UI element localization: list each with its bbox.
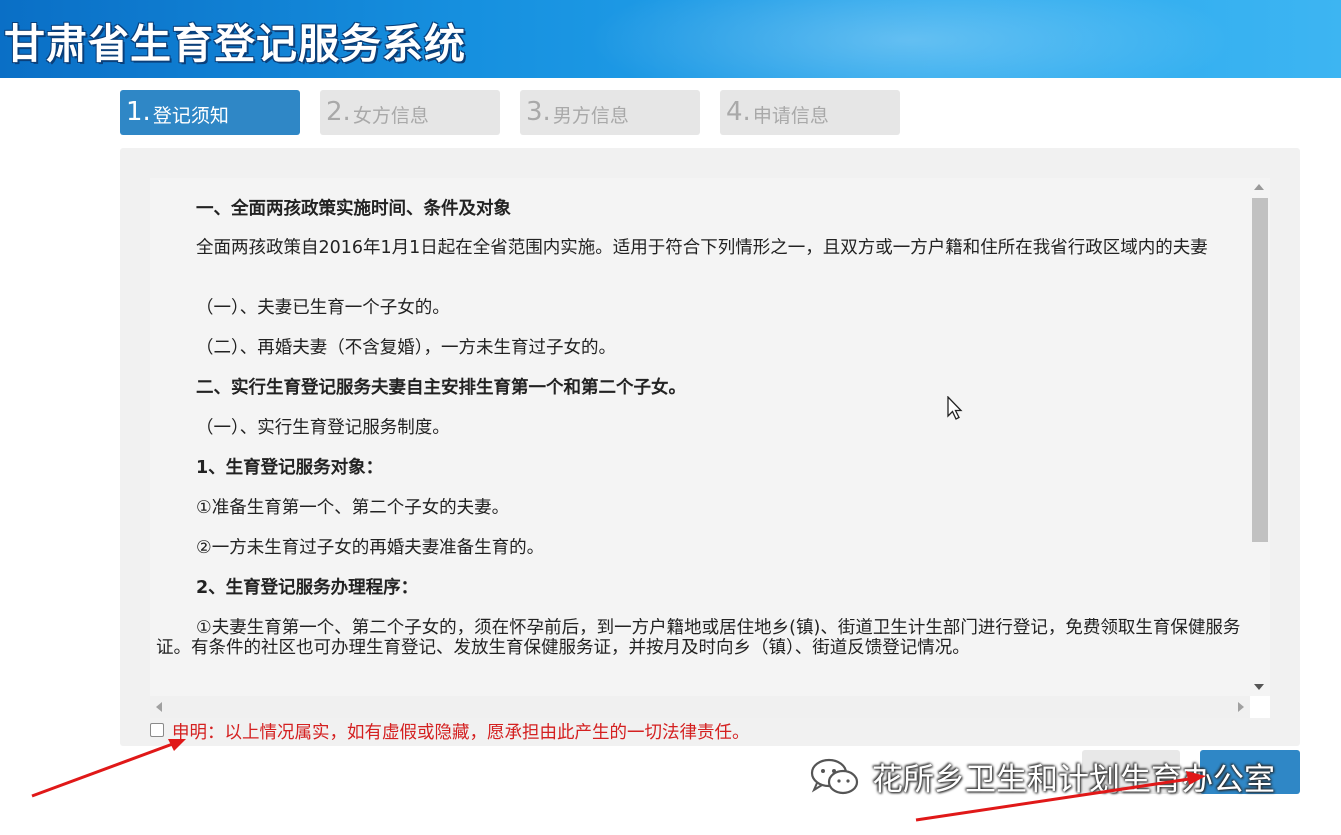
step-number: 2.	[326, 97, 351, 127]
vertical-scrollbar[interactable]	[1250, 178, 1270, 696]
step-number: 1.	[126, 97, 151, 127]
step-label: 登记须知	[152, 105, 229, 127]
notice-content: 一、全面两孩政策实施时间、条件及对象 全面两孩政策自2016年1月1日起在全省范…	[150, 178, 1248, 696]
watermark-text: 花所乡卫生和计划生育办公室	[872, 762, 1275, 798]
notice-paragraph: ①准备生育第一个、第二个子女的夫妻。	[196, 498, 510, 518]
step-label: 男方信息	[552, 105, 629, 127]
notice-paragraph: （二）、再婚夫妻（不含复婚），一方未生育过子女的。	[196, 338, 616, 358]
notice-paragraph: ②一方未生育过子女的再婚夫妻准备生育的。	[196, 538, 545, 558]
arrow-to-checkbox-icon	[31, 739, 186, 798]
wechat-icon	[810, 758, 859, 795]
mouse-cursor-icon	[947, 396, 963, 420]
vertical-scroll-thumb[interactable]	[1252, 198, 1268, 542]
declaration-text: 申明：以上情况属实，如有虚假或隐藏，愿承担由此产生的一切法律责任。	[172, 723, 750, 743]
step-label: 申请信息	[752, 105, 829, 127]
scroll-right-arrow-icon[interactable]	[1238, 702, 1244, 712]
scroll-down-arrow-icon[interactable]	[1254, 684, 1264, 690]
horizontal-scrollbar[interactable]	[150, 696, 1250, 718]
step-number: 3.	[526, 97, 551, 127]
header-banner: 甘肃省生育登记服务系统	[0, 0, 1341, 78]
notice-scroll-area[interactable]: 一、全面两孩政策实施时间、条件及对象 全面两孩政策自2016年1月1日起在全省范…	[150, 178, 1270, 718]
declaration-checkbox[interactable]	[150, 723, 164, 737]
subsection-heading: 1、生育登记服务对象：	[196, 458, 384, 478]
scroll-up-arrow-icon[interactable]	[1254, 184, 1264, 190]
scroll-left-arrow-icon[interactable]	[156, 702, 162, 712]
notice-paragraph: （一）、夫妻已生育一个子女的。	[196, 298, 450, 318]
step-2-female-info[interactable]: 2. 女方信息	[320, 90, 500, 135]
step-3-male-info[interactable]: 3. 男方信息	[520, 90, 700, 135]
step-1-notice[interactable]: 1. 登记须知	[120, 90, 300, 135]
notice-paragraph: （一）、实行生育登记服务制度。	[196, 418, 450, 438]
subsection-heading: 2、生育登记服务办理程序：	[196, 578, 419, 598]
step-number: 4.	[726, 97, 751, 127]
header-glow	[560, 0, 1260, 78]
notice-paragraph: 全面两孩政策自2016年1月1日起在全省范围内实施。适用于符合下列情形之一，且双…	[196, 238, 1208, 258]
system-title: 甘肃省生育登记服务系统	[4, 20, 466, 68]
section-heading: 一、全面两孩政策实施时间、条件及对象	[196, 199, 511, 219]
section-heading: 二、实行生育登记服务夫妻自主安排生育第一个和第二个子女。	[196, 378, 686, 398]
notice-paragraph: ①夫妻生育第一个、第二个子女的，须在怀孕前后，到一方户籍地或居住地乡(镇)、街道…	[156, 618, 1241, 658]
step-4-application-info[interactable]: 4. 申请信息	[720, 90, 900, 135]
scrollbar-corner	[1250, 696, 1270, 718]
step-label: 女方信息	[352, 105, 429, 127]
